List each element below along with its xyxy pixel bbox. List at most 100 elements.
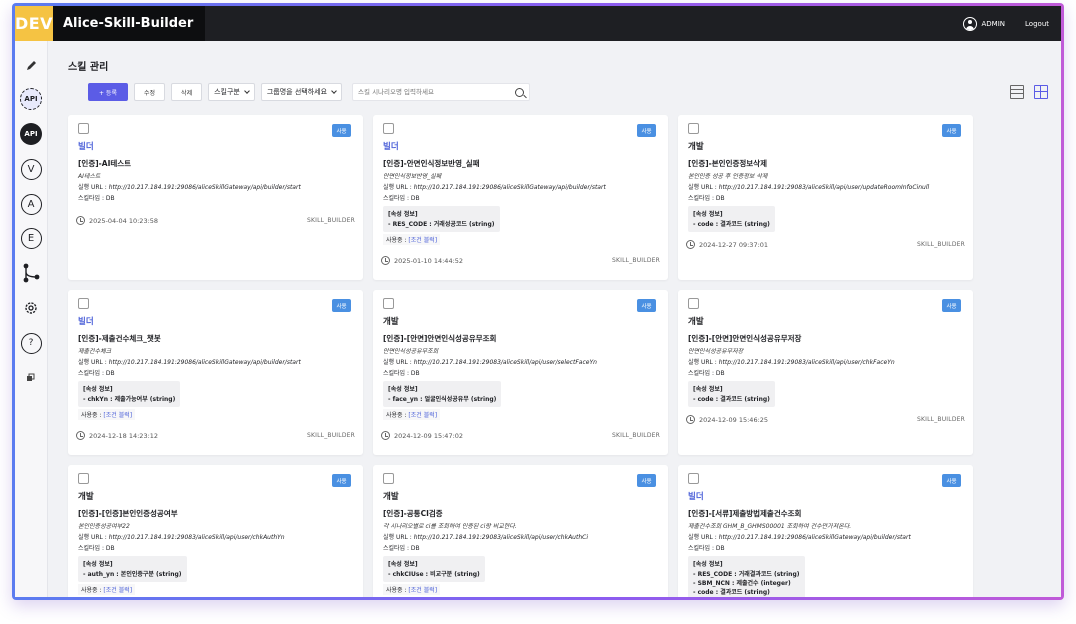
type-label: 스킬타입 : — [78, 545, 106, 552]
usage-label: 사용중 : — [386, 587, 409, 594]
card-category: 빌더 — [78, 142, 94, 152]
card-description: 제출건수체크 — [78, 348, 112, 355]
card-description: 각 시나리오별로 ci를 조회하여 인증된 ci랑 비교한다. — [383, 523, 517, 530]
sidebar-item-api-solid[interactable]: API — [19, 122, 43, 146]
card-owner: SKILL_BUILDER — [307, 217, 355, 224]
add-button[interactable]: + 등록 — [88, 83, 128, 101]
usage-label: 사용중 : — [386, 412, 409, 419]
skill-card[interactable]: 사용 빌더 [인증]-제출건수체크_챗봇 제출건수체크 실행 URL : http://… — [68, 290, 363, 455]
card-checkbox[interactable] — [78, 473, 89, 484]
condition-block-link[interactable]: [조건 블럭] — [408, 237, 437, 244]
card-url: http://10.217.184.191:29083/aliceSkill/a… — [718, 359, 895, 366]
card-description: 본인인증 성공 후 인증정보 삭제 — [688, 173, 768, 180]
dev-badge: DEV — [15, 6, 53, 41]
url-label: 실행 URL : — [688, 184, 719, 191]
card-category: 개발 — [383, 492, 399, 502]
card-checkbox[interactable] — [78, 298, 89, 309]
api-outline-icon: API — [20, 88, 42, 110]
top-bar: DEV Alice-Skill-Builder ADMIN Logout — [15, 6, 1061, 41]
card-type: DB — [715, 195, 725, 202]
attribute-box: [속성 정보] - face_yn : 얼굴인식성공유무 (string) — [383, 381, 502, 407]
card-url-line: 실행 URL : http://10.217.184.191:29083/ali… — [688, 182, 929, 191]
status-badge: 사용 — [637, 474, 656, 487]
condition-block-link[interactable]: [조건 블럭] — [103, 587, 132, 594]
sidebar-item-e[interactable]: E — [19, 226, 43, 250]
card-url-line: 실행 URL : http://10.217.184.191:29083/ali… — [383, 357, 597, 366]
card-type: DB — [410, 545, 420, 552]
attribute-box: [속성 정보] - chkYn : 제출가능여부 (string) — [78, 381, 181, 407]
search-input[interactable] — [358, 88, 516, 96]
skill-card[interactable]: 사용 개발 [인증]-본인인증정보삭제 본인인증 성공 후 인증정보 삭제 실행 URL… — [678, 115, 973, 280]
type-label: 스킬타입 : — [78, 370, 106, 377]
skill-type-select[interactable]: 스킬구분 — [208, 83, 255, 101]
skill-card[interactable]: 사용 개발 [인증]-[안면]안면인식성공유무조회 안면인식성공유무조회 실행 URL … — [373, 290, 668, 455]
copy-icon[interactable] — [19, 366, 43, 390]
grid-view-icon[interactable] — [1034, 85, 1048, 99]
attribute-box: [속성 정보] - code : 결과코드 (string) — [688, 206, 775, 232]
card-type-line: 스킬타입 : DB — [383, 368, 420, 377]
group-select[interactable]: 그룹명을 선택하세요 — [260, 83, 343, 101]
card-title: [인증]-[안면]안면인식성공유무저장 — [688, 334, 802, 343]
pencil-icon[interactable] — [19, 53, 43, 77]
skill-card[interactable]: 사용 빌더 [인증]-AI테스트 AI테스트 실행 URL : http://10.21… — [68, 115, 363, 280]
usage-line: 사용중 : [조건 블럭] — [383, 584, 441, 595]
card-description: 제출건수조회 GHM_B_GHMS00001 조회하여 건수만가져온다. — [688, 523, 852, 530]
attribute-row: - code : 결과코드 (string) — [693, 221, 770, 228]
skill-card[interactable]: 사용 빌더 [인증]-[서류]제출방법제출건수조회 제출건수조회 GHM_B_GHMS… — [678, 465, 973, 597]
condition-block-link[interactable]: [조건 블럭] — [408, 587, 437, 594]
card-date-text: 2025-01-10 14:44:52 — [394, 256, 464, 265]
gear-icon[interactable] — [19, 296, 43, 320]
search-icon[interactable] — [515, 87, 525, 97]
sidebar-item-help[interactable]: ? — [19, 331, 43, 355]
card-checkbox[interactable] — [688, 473, 699, 484]
card-checkbox[interactable] — [78, 123, 89, 134]
url-label: 실행 URL : — [78, 184, 109, 191]
condition-block-link[interactable]: [조건 블럭] — [103, 412, 132, 419]
url-label: 실행 URL : — [383, 184, 414, 191]
sidebar-item-a[interactable]: A — [19, 192, 43, 216]
skill-card[interactable]: 사용개발 [인증]-공통CI검증각 시나리오별로 ci를 조회하여 인증된 ci랑… — [373, 465, 668, 597]
status-badge: 사용 — [942, 474, 961, 487]
edit-button[interactable]: 수정 — [134, 83, 166, 101]
card-category: 개발 — [688, 317, 704, 327]
url-label: 실행 URL : — [383, 359, 414, 366]
card-url-line: 실행 URL : http://10.217.184.191:29083/ali… — [383, 532, 588, 541]
attribute-row: - face_yn : 얼굴인식성공유무 (string) — [388, 396, 497, 403]
card-checkbox[interactable] — [688, 298, 699, 309]
status-badge: 사용 — [637, 299, 656, 312]
card-checkbox[interactable] — [383, 123, 394, 134]
sidebar-item-api[interactable]: API — [19, 87, 43, 111]
user-menu[interactable]: ADMIN — [962, 16, 1005, 31]
usage-label: 사용중 : — [81, 412, 104, 419]
window-frame: DEV Alice-Skill-Builder ADMIN Logout API… — [12, 3, 1064, 600]
condition-block-link[interactable]: [조건 블럭] — [408, 412, 437, 419]
usage-line: 사용중 : [조건 블럭] — [78, 409, 136, 420]
skill-type-label: 스킬구분 — [214, 88, 240, 96]
card-url: http://10.217.184.191:29086/aliceSkillGa… — [718, 534, 911, 541]
card-title: [인증]-AI테스트 — [78, 159, 132, 168]
attribute-header: [속성 정보] — [83, 386, 113, 393]
usage-label: 사용중 : — [81, 587, 104, 594]
card-checkbox[interactable] — [688, 123, 699, 134]
status-badge: 사용 — [332, 474, 351, 487]
card-checkbox[interactable] — [383, 298, 394, 309]
card-date-text: 2025-04-04 10:23:58 — [89, 216, 159, 225]
sidebar-item-v[interactable]: V — [19, 157, 43, 181]
card-date-text: 2024-12-18 14:23:12 — [89, 431, 159, 440]
card-date: 2024-12-09 15:46:25 — [686, 415, 768, 424]
list-view-icon[interactable] — [1010, 85, 1024, 99]
app-title[interactable]: Alice-Skill-Builder — [53, 6, 206, 41]
card-url-line: 실행 URL : http://10.217.184.191:29086/ali… — [688, 532, 911, 541]
skill-card[interactable]: 사용 개발 [인증]-[인증]본인인증성공여부 본인인증성공여부22 실행 URL : … — [68, 465, 363, 597]
branch-icon[interactable] — [19, 261, 43, 285]
delete-button[interactable]: 삭제 — [171, 83, 203, 101]
usage-label: 사용중 : — [386, 237, 409, 244]
skill-card[interactable]: 사용 빌더 [인증]-안면인식정보반영_실패 안면인식정보반영_실패 실행 URL : … — [373, 115, 668, 280]
card-title: [인증]-공통CI검증 — [383, 509, 443, 518]
attribute-header: [속성 정보] — [693, 211, 723, 218]
card-date: 2024-12-09 15:47:02 — [381, 431, 463, 440]
logout-button[interactable]: Logout — [1025, 20, 1049, 28]
skill-card[interactable]: 사용 개발 [인증]-[안면]안면인식성공유무저장 안면인식성공유무저장 실행 URL … — [678, 290, 973, 455]
card-owner: SKILL_BUILDER — [917, 416, 965, 423]
card-checkbox[interactable] — [383, 473, 394, 484]
